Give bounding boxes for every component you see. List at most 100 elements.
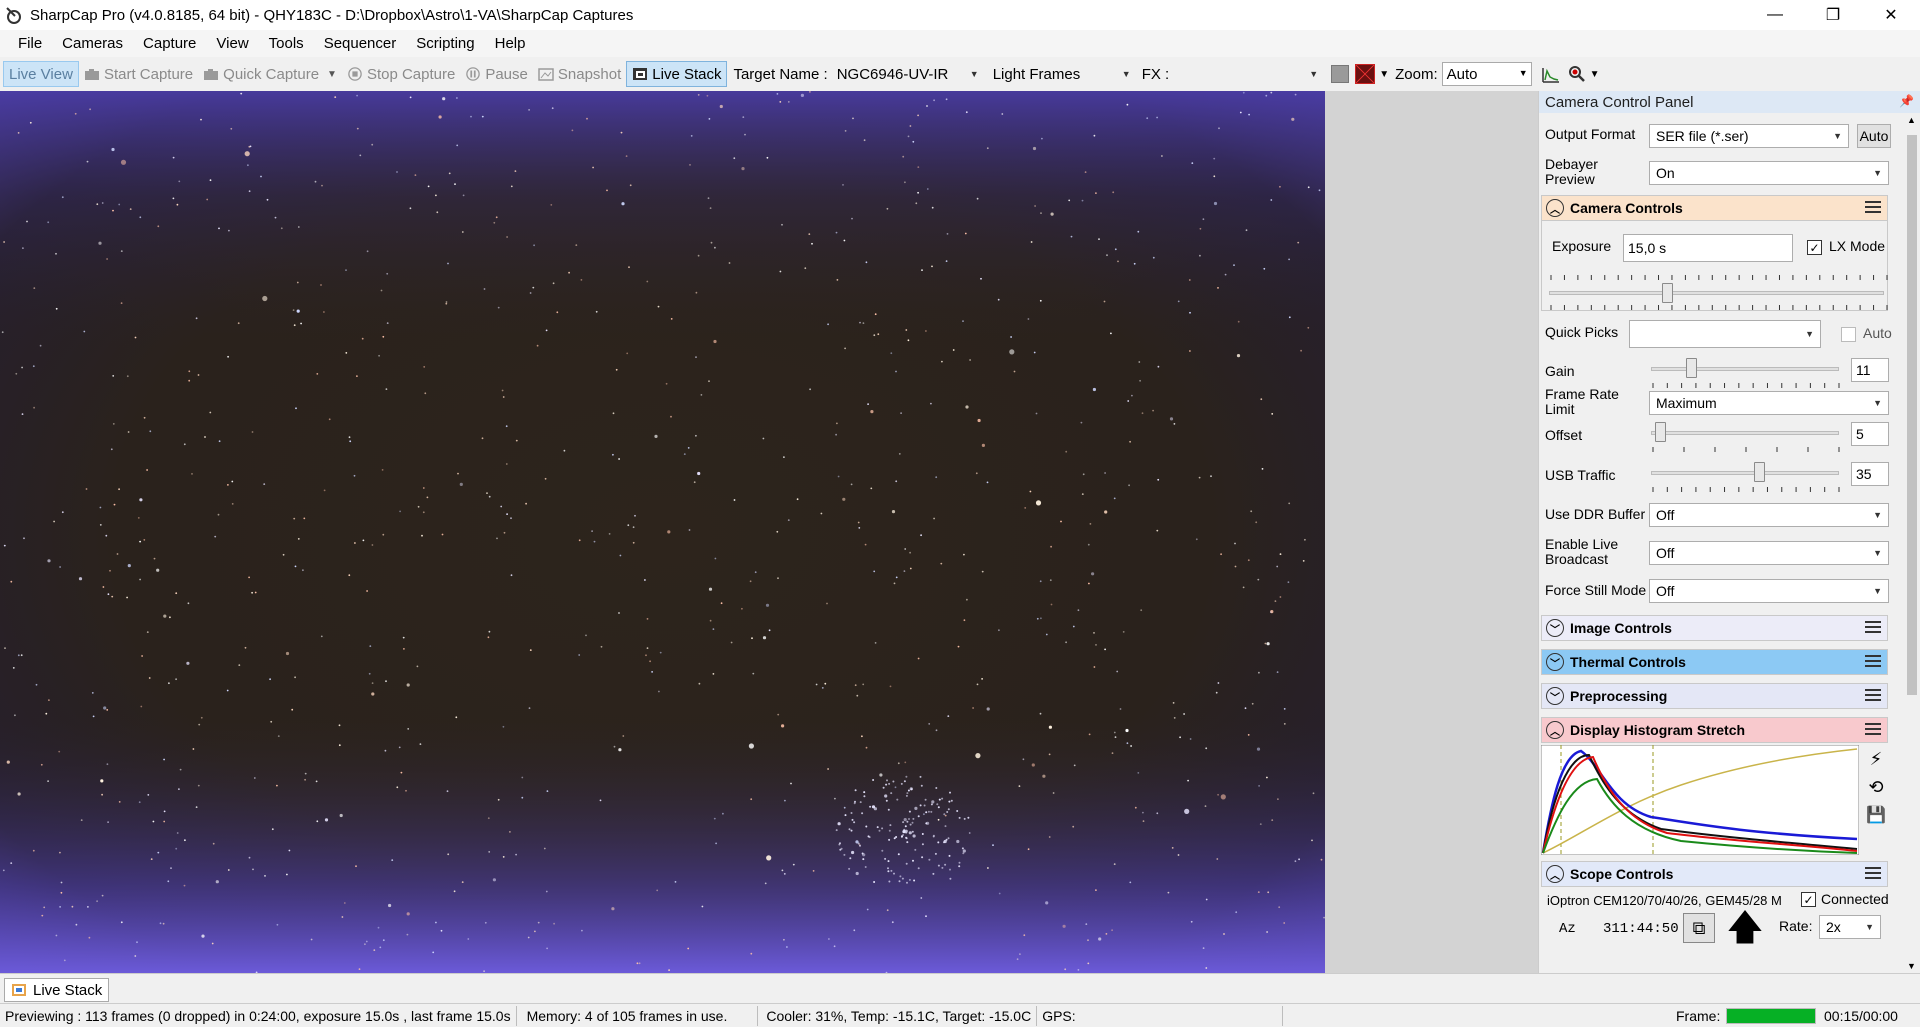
star (440, 929, 443, 932)
target-name-select[interactable]: NGC6946-UV-IR ▼ (832, 62, 984, 86)
gain-input[interactable]: 11 (1851, 358, 1889, 382)
menu-capture[interactable]: Capture (133, 35, 206, 52)
gain-slider-thumb[interactable] (1686, 358, 1698, 378)
star (103, 706, 107, 710)
broadcast-select[interactable]: Off ▼ (1649, 541, 1889, 565)
collapse-icon[interactable]: ︿ (1546, 865, 1564, 883)
ddr-select[interactable]: Off ▼ (1649, 503, 1889, 527)
auto-button[interactable]: Auto (1857, 124, 1891, 148)
star (417, 505, 420, 508)
start-capture-button[interactable]: Start Capture (79, 61, 198, 87)
zoom-select[interactable]: Auto ▼ (1441, 62, 1532, 86)
quick-picks-select[interactable]: ▼ (1629, 320, 1821, 348)
minimize-button[interactable]: — (1746, 0, 1804, 30)
exposure-slider-track[interactable] (1549, 291, 1884, 295)
live-view-button[interactable]: Live View (3, 61, 79, 87)
frame-rate-select[interactable]: Maximum ▼ (1649, 391, 1889, 415)
preprocessing-header[interactable]: ﹀ Preprocessing (1541, 683, 1888, 709)
star (687, 447, 690, 449)
star (1260, 398, 1263, 401)
save-icon[interactable]: 💾 (1863, 801, 1889, 829)
star (1274, 600, 1277, 602)
scroll-down-icon[interactable]: ▼ (1907, 961, 1916, 971)
image-viewport[interactable] (0, 91, 1538, 973)
lx-mode-checkbox[interactable]: ✓ (1807, 240, 1822, 255)
connected-checkbox[interactable]: ✓ (1801, 892, 1816, 907)
star (1019, 953, 1021, 955)
chevron-down-icon[interactable]: ▼ (1590, 69, 1600, 80)
menu-file[interactable]: File (8, 35, 52, 52)
snapshot-button[interactable]: Snapshot (533, 61, 626, 87)
histogram-graph[interactable] (1541, 745, 1859, 855)
collapse-icon[interactable]: ︿ (1546, 199, 1564, 217)
fx-select[interactable]: ▼ (1173, 62, 1323, 86)
offset-slider-thumb[interactable] (1654, 422, 1666, 442)
panel-scrollbar[interactable]: ▲ ▼ (1904, 113, 1920, 973)
menu-scripting[interactable]: Scripting (406, 35, 484, 52)
auto-stretch-icon[interactable]: ⚡ (1863, 745, 1889, 773)
usb-traffic-input[interactable]: 35 (1851, 462, 1889, 486)
exposure-input[interactable]: 15,0 s (1623, 234, 1793, 262)
usb-slider-track[interactable] (1651, 471, 1839, 475)
rate-select[interactable]: 2x ▼ (1819, 915, 1881, 939)
expand-icon[interactable]: ﹀ (1546, 619, 1564, 637)
frame-type-select[interactable]: Light Frames ▼ (988, 62, 1136, 86)
menu-sequencer[interactable]: Sequencer (314, 35, 407, 52)
star (378, 354, 380, 357)
menu-help[interactable]: Help (485, 35, 536, 52)
zoom-tool-icon[interactable] (1568, 65, 1586, 83)
park-icon[interactable]: ⧉ (1683, 913, 1715, 943)
expand-icon[interactable]: ﹀ (1546, 687, 1564, 705)
tab-live-stack[interactable]: Live Stack (4, 978, 110, 1002)
menu-tools[interactable]: Tools (259, 35, 314, 52)
thermal-controls-header[interactable]: ﹀ Thermal Controls (1541, 649, 1888, 675)
histogram-icon[interactable] (1541, 65, 1560, 83)
hamburger-menu-icon[interactable] (1865, 867, 1881, 881)
quick-capture-button[interactable]: Quick Capture ▼ (198, 61, 342, 87)
pause-button[interactable]: Pause (460, 61, 533, 87)
image-controls-header[interactable]: ﹀ Image Controls (1541, 615, 1888, 641)
debayer-select[interactable]: On ▼ (1649, 161, 1889, 185)
reticle-red-icon[interactable] (1355, 64, 1376, 84)
gain-slider-track[interactable] (1651, 367, 1839, 371)
star (1248, 113, 1250, 116)
reset-icon[interactable]: ⟲ (1863, 773, 1889, 801)
hamburger-menu-icon[interactable] (1865, 723, 1881, 737)
chevron-down-icon[interactable]: ▼ (327, 69, 337, 80)
star (96, 900, 98, 903)
close-button[interactable]: ✕ (1862, 0, 1920, 30)
collapse-icon[interactable]: ︿ (1546, 721, 1564, 739)
live-stack-button[interactable]: Live Stack (626, 61, 728, 87)
offset-slider-track[interactable] (1651, 431, 1839, 435)
hamburger-menu-icon[interactable] (1865, 201, 1881, 215)
chevron-down-icon: ▼ (1873, 168, 1882, 178)
reticle-grey-icon[interactable] (1331, 65, 1350, 83)
scope-controls-header[interactable]: ︿ Scope Controls (1541, 861, 1888, 887)
histogram-stretch-header[interactable]: ︿ Display Histogram Stretch (1541, 717, 1888, 743)
star (915, 202, 918, 205)
quick-picks-auto-checkbox[interactable] (1841, 327, 1856, 342)
maximize-button[interactable]: ❐ (1804, 0, 1862, 30)
move-north-arrow-icon[interactable]: 🡅 (1725, 909, 1765, 945)
star (781, 869, 784, 872)
output-format-select[interactable]: SER file (*.ser) ▼ (1649, 124, 1849, 148)
offset-input[interactable]: 5 (1851, 422, 1889, 446)
pin-icon[interactable]: 📌 (1899, 94, 1914, 108)
star (446, 790, 449, 793)
menu-cameras[interactable]: Cameras (52, 35, 133, 52)
stop-capture-button[interactable]: Stop Capture (342, 61, 460, 87)
exposure-slider-thumb[interactable] (1662, 283, 1674, 303)
camera-controls-header[interactable]: ︿ Camera Controls (1541, 195, 1888, 221)
expand-icon[interactable]: ﹀ (1546, 653, 1564, 671)
hamburger-menu-icon[interactable] (1865, 655, 1881, 669)
star (977, 418, 981, 423)
chevron-down-icon[interactable]: ▼ (1379, 69, 1389, 80)
usb-slider-thumb[interactable] (1753, 462, 1765, 482)
hamburger-menu-icon[interactable] (1865, 621, 1881, 635)
scroll-up-icon[interactable]: ▲ (1907, 115, 1916, 125)
still-mode-select[interactable]: Off ▼ (1649, 579, 1889, 603)
scrollbar-thumb[interactable] (1907, 135, 1917, 695)
hamburger-menu-icon[interactable] (1865, 689, 1881, 703)
cluster-star (884, 857, 887, 860)
menu-view[interactable]: View (206, 35, 258, 52)
